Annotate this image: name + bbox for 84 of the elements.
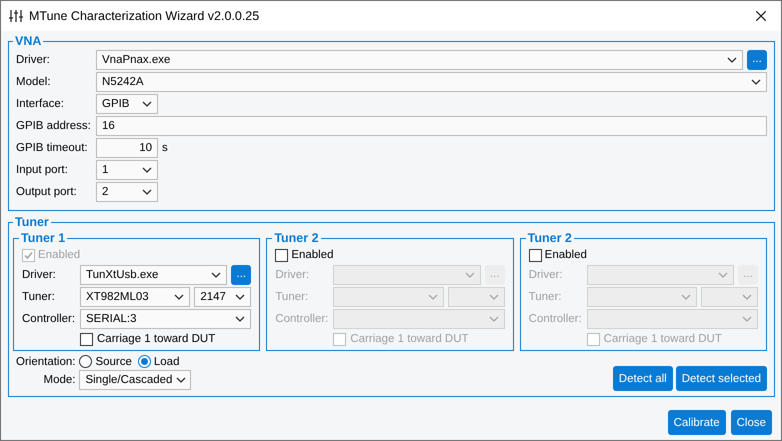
radio-button[interactable] [79, 355, 92, 368]
dropdown[interactable]: Single/Cascaded [79, 370, 192, 390]
dropdown[interactable]: TunXtUsb.exe [80, 265, 228, 285]
text-field[interactable]: 16 [96, 116, 767, 136]
dropdown[interactable] [700, 287, 758, 307]
checkbox[interactable] [528, 248, 542, 262]
field-label: Tuner: [22, 291, 56, 303]
checkbox-label: Enabled [291, 249, 334, 261]
checkbox-label: Carriage 1 toward DUT [604, 333, 722, 345]
dropdown[interactable] [333, 287, 444, 307]
field-label: Controller: [528, 313, 583, 325]
group-title: Tuner 1 [20, 231, 66, 245]
field-label: Driver: [22, 269, 57, 281]
chevron-icon [718, 272, 728, 278]
chevron-icon [142, 101, 152, 107]
browse-button[interactable]: ... [231, 265, 252, 285]
chevron-icon [176, 377, 186, 383]
dropdown[interactable] [333, 309, 505, 329]
sliders-icon [9, 10, 23, 22]
dropdown[interactable] [586, 287, 697, 307]
chevron-icon [142, 189, 152, 195]
dropdown[interactable]: SERIAL:3 [80, 309, 252, 329]
close-icon[interactable] [756, 11, 766, 21]
browse-button[interactable]: ... [747, 50, 767, 70]
dropdown[interactable]: GPIB [96, 94, 158, 114]
checkbox[interactable] [80, 332, 93, 346]
checkbox[interactable] [333, 332, 346, 346]
checkbox-label: Carriage 1 toward DUT [97, 333, 216, 345]
chevron-icon [235, 316, 246, 322]
chevron-icon [211, 272, 222, 278]
field-label: Interface: [16, 98, 65, 110]
radio-label: Source [95, 356, 132, 368]
chevron-icon [464, 272, 475, 278]
group-title: VNA [14, 34, 42, 48]
checkbox-label: Carriage 1 toward DUT [350, 333, 469, 345]
dialog-button[interactable]: Close [730, 410, 772, 435]
chevron-icon [174, 294, 184, 300]
dialog-button[interactable]: Calibrate [668, 410, 726, 435]
field-label: Controller: [22, 313, 76, 325]
chevron-icon [488, 316, 499, 322]
field-label: Driver: [275, 269, 310, 281]
group-title: Tuner [14, 215, 50, 229]
checkbox[interactable] [275, 248, 288, 262]
chevron-icon [142, 167, 152, 173]
radio-label: Load [154, 356, 180, 368]
field-label: Driver: [528, 269, 564, 281]
field-label: Controller: [275, 313, 330, 325]
detect-button[interactable]: Detect selected [676, 366, 767, 391]
field-label: Model: [16, 76, 52, 88]
field-label: Mode: [43, 374, 76, 386]
chevron-icon [680, 294, 691, 300]
window-title: MTune Characterization Wizard v2.0.0.25 [29, 9, 260, 23]
dropdown[interactable] [448, 287, 505, 307]
checkbox-label: Enabled [38, 249, 80, 261]
field-label: Tuner: [275, 291, 310, 303]
group-title: Tuner 2 [273, 231, 320, 245]
chevron-icon [727, 57, 737, 63]
chevron-icon [742, 316, 752, 322]
chevron-icon [428, 294, 438, 300]
field-label: Output port: [16, 186, 78, 198]
chevron-icon [488, 294, 499, 300]
dropdown[interactable]: N5242A [96, 72, 767, 92]
number-field[interactable]: 10 [96, 138, 158, 158]
dropdown[interactable] [586, 309, 758, 329]
dropdown[interactable]: 2 [96, 182, 158, 202]
field-label: Driver: [16, 54, 51, 66]
checkbox-label: Enabled [544, 249, 587, 261]
dropdown[interactable]: XT982ML03 [80, 287, 190, 307]
field-label: GPIB timeout: [16, 142, 89, 154]
chevron-icon [751, 79, 761, 85]
unit-label: s [162, 142, 168, 154]
field-label: Orientation: [16, 356, 76, 368]
field-label: Tuner: [528, 291, 562, 303]
dropdown[interactable]: 1 [96, 160, 158, 180]
chevron-icon [235, 294, 246, 300]
field-label: Input port: [16, 164, 69, 176]
dropdown[interactable]: VnaPnax.exe [96, 50, 743, 70]
group-title: Tuner 2 [526, 231, 573, 245]
checkbox[interactable] [586, 332, 600, 346]
detect-button[interactable]: Detect all [612, 366, 673, 391]
field-label: GPIB address: [16, 120, 92, 132]
chevron-icon [742, 294, 752, 300]
radio-button[interactable] [138, 355, 151, 368]
dropdown[interactable]: 2147 [194, 287, 252, 307]
